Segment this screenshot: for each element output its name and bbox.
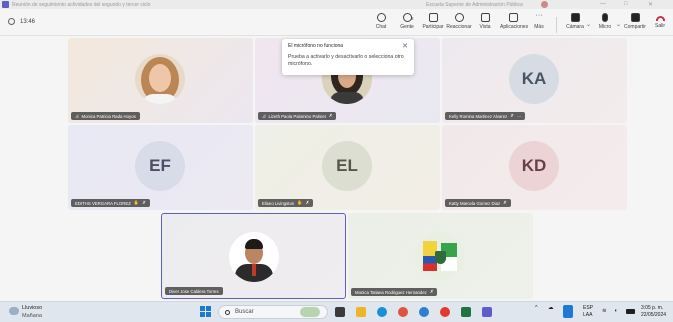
participant-name: Kelly Romina Martinez Alvarez ✗ ··· (445, 112, 526, 120)
edge-browser-icon[interactable] (377, 307, 387, 317)
smiley-icon (454, 13, 464, 22)
task-view-icon[interactable] (335, 307, 345, 317)
window-title: Reunión de seguimiento actividades del s… (12, 2, 151, 8)
system-clock[interactable]: 3:05 p. m. 22/05/2024 (641, 305, 666, 319)
participant-name: Katty Marcela Gomez Diaz ✗ (445, 199, 511, 207)
apps-button[interactable]: Aplicaciones (500, 13, 528, 30)
organization-name: Escuela Superior de Administración Públi… (426, 2, 523, 8)
apps-icon (508, 13, 518, 22)
participant-tile[interactable]: .ıl Monica Patricia Rada Hoyos (68, 38, 253, 123)
camera-off-icon (570, 13, 580, 22)
chat-button[interactable]: Chat (368, 13, 394, 30)
raised-hand-icon: ✋ (133, 200, 140, 205)
meeting-toolbar: 13:46 Chat Gente 8 Participar Reaccionar… (0, 9, 673, 36)
file-explorer-icon[interactable] (356, 307, 366, 317)
people-count-badge: 8 (411, 16, 414, 21)
avatar: EF (135, 141, 185, 191)
avatar (415, 231, 465, 281)
avatar: KA (509, 54, 559, 104)
hang-up-icon (655, 16, 665, 21)
elapsed-time: 13:46 (20, 18, 36, 25)
popover-body: Prueba a activarlo y desactivarlo o sele… (288, 54, 404, 67)
minimize-icon[interactable]: — (600, 1, 606, 7)
mic-muted-icon: ✗ (142, 200, 146, 205)
mic-muted-icon: ✗ (503, 200, 507, 205)
avatar: KD (509, 141, 559, 191)
avatar: EL (322, 141, 372, 191)
leave-button[interactable]: Salir (647, 13, 673, 29)
meeting-timer: 13:46 (8, 18, 35, 25)
popover-title: El micrófono no funciona (288, 43, 344, 49)
avatar (229, 232, 279, 282)
battery-icon[interactable] (626, 309, 635, 314)
grid-view-icon (480, 13, 490, 22)
ellipsis-icon: ··· (535, 12, 543, 19)
wifi-icon[interactable]: ≋ (602, 308, 607, 314)
input-language[interactable]: ESP LAA (583, 305, 593, 319)
signal-icon: .ıl (262, 113, 266, 119)
maximize-icon[interactable]: □ (624, 1, 628, 7)
more-button[interactable]: ··· Más (526, 12, 552, 30)
close-icon[interactable]: ✕ (648, 1, 653, 8)
participant-name: EDITHS VERGARA FLOREZ ✋ ✗ (71, 199, 150, 207)
share-button[interactable]: Compartir (622, 13, 648, 30)
mic-muted-icon: ✗ (510, 113, 514, 118)
participant-name: Eliseo Livingston ✋ ✗ (258, 199, 314, 207)
chevron-down-icon[interactable]: ⌄ (616, 21, 621, 28)
raise-hand-button[interactable]: Participar (420, 13, 446, 30)
window-title-bar: Reunión de seguimiento actividades del s… (0, 0, 673, 9)
view-button[interactable]: Vista (472, 13, 498, 30)
raise-hand-icon (428, 13, 438, 22)
cloud-icon[interactable]: ☁ (548, 305, 554, 311)
participant-tile-active[interactable]: Diver Jose Caldera Torres (161, 213, 346, 299)
volume-icon[interactable]: ◖ (614, 308, 617, 314)
participant-tile[interactable]: KD Katty Marcela Gomez Diaz ✗ (442, 125, 627, 210)
participant-tile[interactable]: EF EDITHS VERGARA FLOREZ ✋ ✗ (68, 125, 253, 210)
outlook-icon[interactable] (419, 307, 429, 317)
participant-tile[interactable]: KA Kelly Romina Martinez Alvarez ✗ ··· (442, 38, 627, 123)
close-icon[interactable]: ✕ (402, 42, 408, 50)
mic-warning-popover: El micrófono no funciona Prueba a activa… (282, 39, 414, 75)
search-icon (225, 309, 230, 315)
mic-muted-icon: ✗ (429, 289, 434, 294)
react-button[interactable]: Reaccionar (446, 13, 472, 30)
mic-button[interactable]: Micro ⌄ (592, 13, 621, 30)
people-button[interactable]: Gente 8 (394, 13, 420, 30)
participant-tile[interactable]: Monica Tatiana Rodriguez Hernandez ✗ (348, 213, 533, 299)
share-screen-icon (630, 13, 640, 22)
account-avatar[interactable] (541, 1, 548, 8)
mic-muted-icon: ✗ (328, 113, 333, 118)
signal-icon: .ıl (75, 113, 79, 119)
weather-cloud-icon[interactable] (9, 307, 19, 315)
toolbar-divider (556, 17, 557, 33)
weather-condition[interactable]: Lluvioso (22, 305, 42, 311)
windows-start-icon[interactable] (200, 306, 211, 317)
participant-name: .ıl Monica Patricia Rada Hoyos (71, 112, 140, 120)
shield-icon (8, 18, 15, 25)
excel-icon[interactable] (461, 307, 471, 317)
participant-name: Monica Tatiana Rodriguez Hernandez ✗ (351, 288, 438, 296)
browser-icon[interactable] (440, 307, 450, 317)
participant-tile[interactable]: EL Eliseo Livingston ✋ ✗ (255, 125, 440, 210)
avatar (135, 54, 185, 104)
teams-icon[interactable] (482, 307, 492, 317)
widget-icon[interactable] (300, 307, 320, 317)
camera-button[interactable]: Cámara ⌄ (562, 13, 591, 30)
chat-bubble-icon (376, 13, 386, 22)
participant-name: .ıl Lizeth Paola Palomino Palmet ✗ (258, 112, 337, 120)
raised-hand-icon: ✋ (297, 200, 303, 205)
ellipsis-icon[interactable]: ··· (517, 114, 521, 119)
chevron-up-icon[interactable]: ^ (535, 305, 538, 311)
chevron-down-icon[interactable]: ⌄ (586, 21, 591, 28)
participant-name: Diver Jose Caldera Torres (165, 287, 223, 295)
chrome-icon[interactable] (398, 307, 408, 317)
mic-muted-icon: ✗ (305, 200, 310, 205)
taskbar: Lluvioso Mañana Buscar ^ ☁ ESP LAA ≋ ◖ 3… (0, 301, 673, 322)
mic-icon (602, 13, 608, 22)
tray-app-icon[interactable] (563, 305, 573, 318)
weather-day: Mañana (22, 313, 42, 319)
teams-logo-icon (2, 1, 9, 8)
video-stage: .ıl Monica Patricia Rada Hoyos .ıl Lizet… (0, 36, 673, 301)
